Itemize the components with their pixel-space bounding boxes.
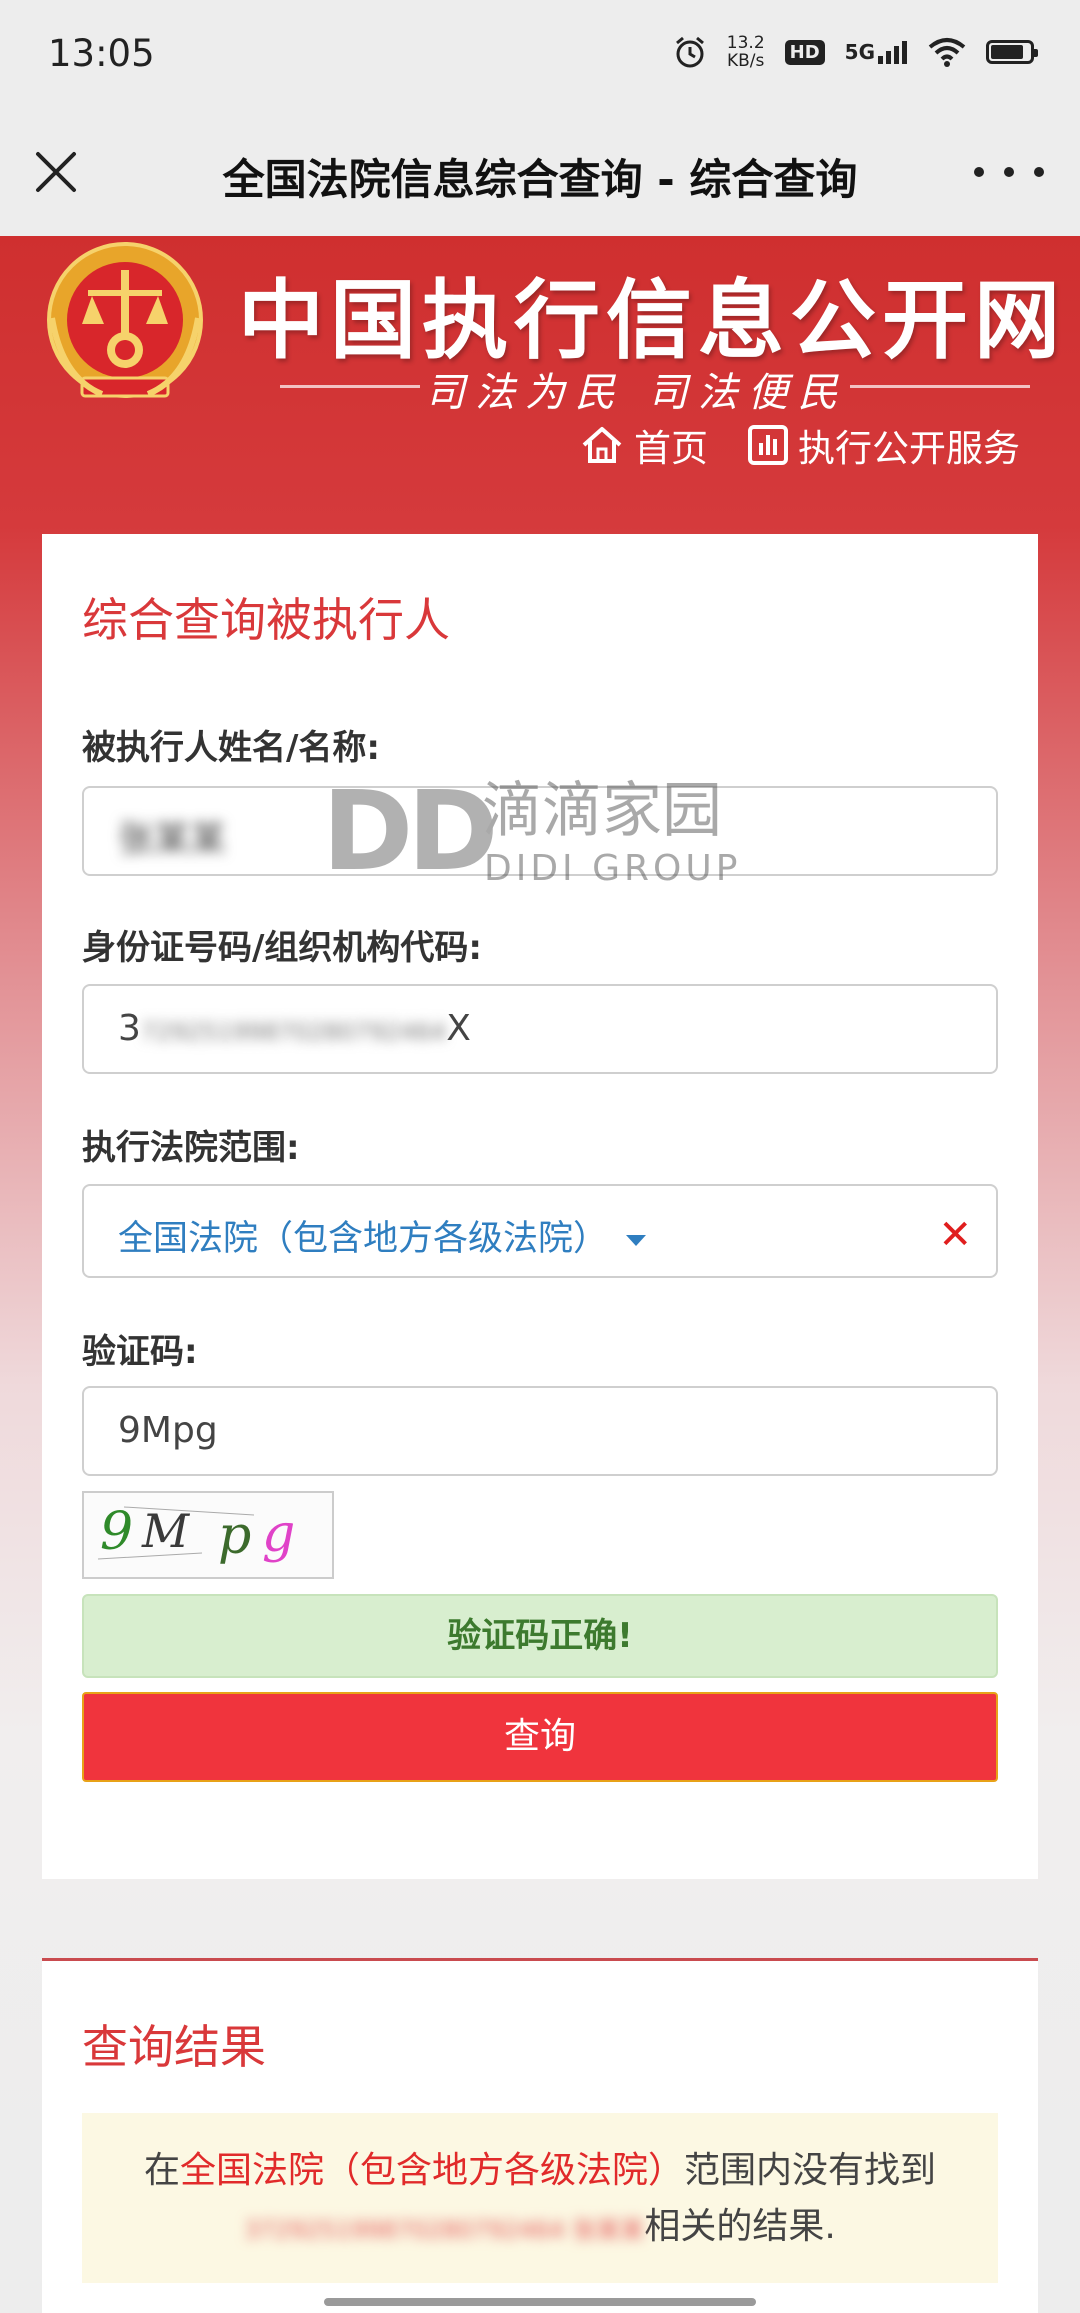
captcha-input[interactable]: 9Mpg xyxy=(82,1386,998,1476)
captcha-success-message: 验证码正确! xyxy=(82,1594,998,1678)
chart-icon xyxy=(748,425,788,465)
query-button[interactable]: 查询 xyxy=(82,1692,998,1782)
page-title: 全国法院信息综合查询 - 综合查询 xyxy=(222,155,858,204)
svg-text:9: 9 xyxy=(100,1502,133,1562)
chevron-down-icon xyxy=(626,1234,647,1246)
svg-text:M: M xyxy=(141,1504,191,1558)
alarm-icon xyxy=(675,36,704,68)
more-icon[interactable] xyxy=(974,150,1044,194)
home-link-label: 首页 xyxy=(634,427,708,470)
hd-badge: HD xyxy=(784,39,825,65)
home-icon xyxy=(582,427,622,463)
network-speed: 13.2 KB/s xyxy=(726,33,765,71)
status-time: 13:05 xyxy=(48,32,155,75)
slogan-divider-right xyxy=(850,385,1030,388)
form-title: 综合查询被执行人 xyxy=(82,593,450,647)
result-message: 在全国法院（包含地方各级法院）范围内没有找到372925199870280792… xyxy=(82,2113,998,2283)
query-form-card: 综合查询被执行人 被执行人姓名/名称: 张某某 身份证号码/组织机构代码: 37… xyxy=(42,534,1038,1879)
watermark-en: DIDI GROUP xyxy=(484,848,742,889)
court-select[interactable]: 全国法院（包含地方各级法院） ✕ xyxy=(82,1184,998,1278)
nav-bar: 全国法院信息综合查询 - 综合查询 xyxy=(0,110,1080,236)
home-indicator[interactable] xyxy=(324,2298,756,2306)
name-label: 被执行人姓名/名称: xyxy=(82,728,381,768)
header-links: 首页 执行公开服务 xyxy=(580,418,1020,472)
watermark-cn: 滴滴家园 xyxy=(482,776,722,846)
close-icon[interactable] xyxy=(28,144,84,200)
id-label: 身份证号码/组织机构代码: xyxy=(82,928,483,968)
cell-signal-icon: 5G xyxy=(845,40,908,64)
captcha-value: 9Mpg xyxy=(118,1410,218,1451)
court-label: 执行法院范围: xyxy=(82,1128,300,1168)
slogan-divider-left xyxy=(280,385,420,388)
court-value: 全国法院（包含地方各级法院） xyxy=(118,1219,609,1259)
battery-icon xyxy=(986,40,1038,64)
svg-text:p: p xyxy=(218,1506,251,1566)
site-slogan: 司法为民 司法便民 xyxy=(425,370,848,416)
watermark-logo: DD xyxy=(322,767,499,895)
service-link[interactable]: 执行公开服务 xyxy=(748,418,1020,472)
didi-watermark: DD 滴滴家园 DIDI GROUP xyxy=(322,776,762,896)
id-input[interactable]: 372925199870280792464X xyxy=(82,984,998,1074)
service-link-label: 执行公开服务 xyxy=(798,427,1020,470)
query-result-section: 查询结果 在全国法院（包含地方各级法院）范围内没有找到3729251998702… xyxy=(42,1958,1038,2313)
captcha-image[interactable]: 9 M p g xyxy=(82,1491,334,1579)
id-value: 372925199870280792464X xyxy=(118,1008,471,1049)
clear-icon[interactable]: ✕ xyxy=(938,1212,972,1258)
home-link[interactable]: 首页 xyxy=(580,418,708,472)
result-hidden-query: 372925199870280792464 张某某 xyxy=(244,2216,645,2244)
result-scope: 全国法院（包含地方各级法院） xyxy=(179,2150,684,2191)
captcha-label: 验证码: xyxy=(82,1332,198,1372)
court-emblem-icon xyxy=(47,242,203,398)
status-bar: 13:05 13.2 KB/s HD 5G xyxy=(0,0,1080,110)
site-title: 中国执行信息公开网 xyxy=(238,271,1066,371)
wifi-icon xyxy=(928,38,966,67)
svg-text:g: g xyxy=(262,1504,295,1564)
result-title: 查询结果 xyxy=(82,2020,266,2074)
status-icons: 13.2 KB/s HD 5G xyxy=(673,33,1038,71)
name-value: 张某某 xyxy=(118,819,227,860)
